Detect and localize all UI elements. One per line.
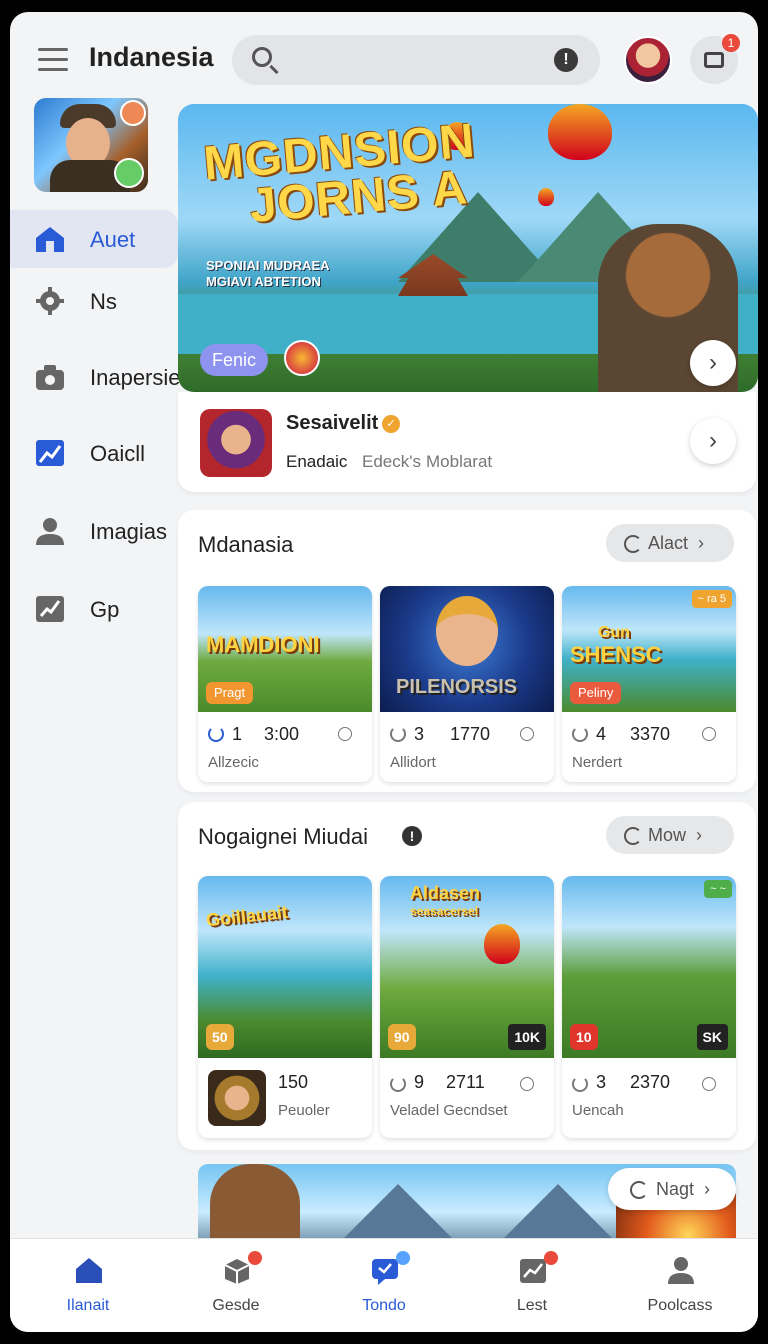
loading-icon — [208, 726, 224, 742]
sidebar-item-inapersie[interactable]: Inapersie — [10, 348, 181, 406]
menu-icon[interactable] — [38, 48, 68, 72]
clock-icon — [702, 727, 716, 741]
featured-next-button[interactable]: › — [690, 418, 736, 464]
tab-poolcass[interactable]: Poolcass — [606, 1239, 754, 1332]
notification-avatar — [120, 100, 146, 126]
app-title: Indanesia — [89, 42, 214, 72]
store-badge: 1 — [722, 34, 740, 52]
character-illustration — [436, 596, 498, 666]
bag-icon — [704, 52, 724, 68]
card-count: 10K — [508, 1024, 546, 1050]
clock-icon — [702, 1077, 716, 1091]
game-card[interactable]: ~ ~ 10 SK 3 2370 Uencah — [562, 876, 736, 1138]
featured-tag: Edeck's — [362, 452, 421, 471]
balloon-icon — [548, 104, 612, 160]
game-card[interactable]: MAMDIONI Pragt 1 3:00 Allzecic — [198, 586, 372, 782]
sidebar-item-ns[interactable]: Ns — [10, 272, 178, 330]
tab-tondo[interactable]: Tondo — [310, 1239, 458, 1332]
sidebar-item-label: Auet — [90, 227, 136, 252]
info-icon[interactable]: ! — [554, 48, 578, 72]
app-screen: Indanesia ! 1 Auet Ns Inapersie Oaicll I… — [10, 12, 758, 1332]
sidebar-item-label: Ns — [90, 289, 117, 314]
card-count: 50 — [206, 1024, 234, 1050]
refresh-icon — [624, 827, 642, 845]
promo-next-button[interactable]: Nagt › — [608, 1168, 736, 1210]
game-card[interactable]: Goillauait 50 150 Peuoler — [198, 876, 372, 1138]
hero-chip[interactable]: Fenic — [200, 344, 268, 376]
tab-gesde[interactable]: Gesde — [162, 1239, 310, 1332]
loading-icon — [572, 726, 588, 742]
home-icon — [76, 1258, 102, 1283]
refresh-icon — [630, 1181, 648, 1199]
tab-lest[interactable]: Lest — [458, 1239, 606, 1332]
tab-ilanait[interactable]: Ilanait — [14, 1239, 162, 1332]
chevron-right-icon: › — [704, 1179, 711, 1199]
refresh-icon — [624, 535, 642, 553]
loading-icon — [572, 1076, 588, 1092]
card-count: 10 — [570, 1024, 598, 1050]
friend-avatar — [114, 158, 144, 188]
section-title: Nogaignei Miudai — [198, 824, 368, 849]
notification-badge — [396, 1251, 410, 1265]
person-icon — [668, 1257, 694, 1284]
sidebar-item-label: Inapersie — [90, 365, 181, 390]
bottom-nav: Ilanait Gesde Tondo Lest Poolcass — [10, 1238, 758, 1332]
gear-icon — [36, 287, 64, 315]
sidebar-item-imagias[interactable]: Imagias — [10, 502, 178, 560]
home-icon — [36, 227, 64, 252]
sidebar-item-label: Imagias — [90, 519, 168, 544]
user-avatar[interactable] — [624, 36, 672, 84]
featured-title: Sesaivelit — [286, 412, 379, 434]
chevron-right-icon: › — [696, 825, 703, 845]
notification-badge — [248, 1251, 262, 1265]
graph-icon — [36, 596, 64, 622]
verified-icon: ✓ — [382, 415, 400, 433]
featured-game-card[interactable]: Sesaivelit ✓ Enadaic Edeck's Moblarat › — [178, 392, 756, 492]
search-bar[interactable]: ! — [232, 35, 600, 85]
alert-icon: ! — [402, 826, 422, 846]
clock-icon — [338, 727, 352, 741]
person-icon — [36, 518, 64, 545]
notification-badge — [544, 1251, 558, 1265]
section-title: Mdanasia — [198, 532, 294, 557]
featured-thumbnail — [200, 409, 272, 477]
card-count: SK — [696, 1024, 728, 1050]
balloon-icon — [538, 188, 554, 206]
game-card[interactable]: PILENORSIS 3 1770 Allidort — [380, 586, 554, 782]
chart-icon — [36, 440, 64, 466]
clock-icon — [520, 727, 534, 741]
profile-card[interactable] — [34, 98, 148, 192]
hero-next-button[interactable]: › — [690, 340, 736, 386]
hero-title: MGDNSION JORNS A — [201, 114, 478, 233]
sidebar-item-gp[interactable]: Gp — [10, 580, 178, 638]
loading-icon — [390, 726, 406, 742]
card-chip: Peliny — [570, 682, 622, 704]
card-count: 90 — [388, 1024, 416, 1050]
sidebar-item-auet[interactable]: Auet — [10, 210, 178, 268]
loading-icon — [390, 1076, 406, 1092]
card-tag: ~ ra 5 — [691, 590, 732, 608]
featured-tag: Moblarat — [426, 452, 493, 471]
section-action-button[interactable]: Mow › — [606, 816, 734, 854]
section-action-button[interactable]: Alact › — [606, 524, 734, 562]
sidebar-item-label: Gp — [90, 597, 120, 622]
chevron-right-icon: › — [698, 533, 705, 553]
card-chip: Pragt — [206, 682, 254, 704]
game-card[interactable]: Aldasen seasacersel 90 10K 9 2711 Velade… — [380, 876, 554, 1138]
search-icon — [252, 47, 272, 67]
store-button[interactable]: 1 — [690, 34, 740, 84]
player-avatar — [208, 1070, 266, 1126]
clock-icon — [520, 1077, 534, 1091]
game-badge-icon — [284, 340, 320, 376]
hero-subtitle: SPONIAI MUDRAEA MGIAVI ABTETION — [206, 258, 330, 289]
character-illustration — [210, 1164, 300, 1244]
balloon-icon — [484, 924, 520, 964]
sidebar-item-oaicll[interactable]: Oaicll — [10, 424, 178, 482]
sidebar-item-label: Oaicll — [90, 441, 146, 466]
camera-icon — [36, 365, 64, 390]
hero-banner[interactable]: MGDNSION JORNS A SPONIAI MUDRAEA MGIAVI … — [178, 104, 758, 392]
featured-subtitle: Enadaic — [286, 452, 348, 471]
card-tag: ~ ~ — [704, 880, 732, 898]
game-card[interactable]: Gun SHENSC ~ ra 5 Peliny 4 3370 Nerdert — [562, 586, 736, 782]
